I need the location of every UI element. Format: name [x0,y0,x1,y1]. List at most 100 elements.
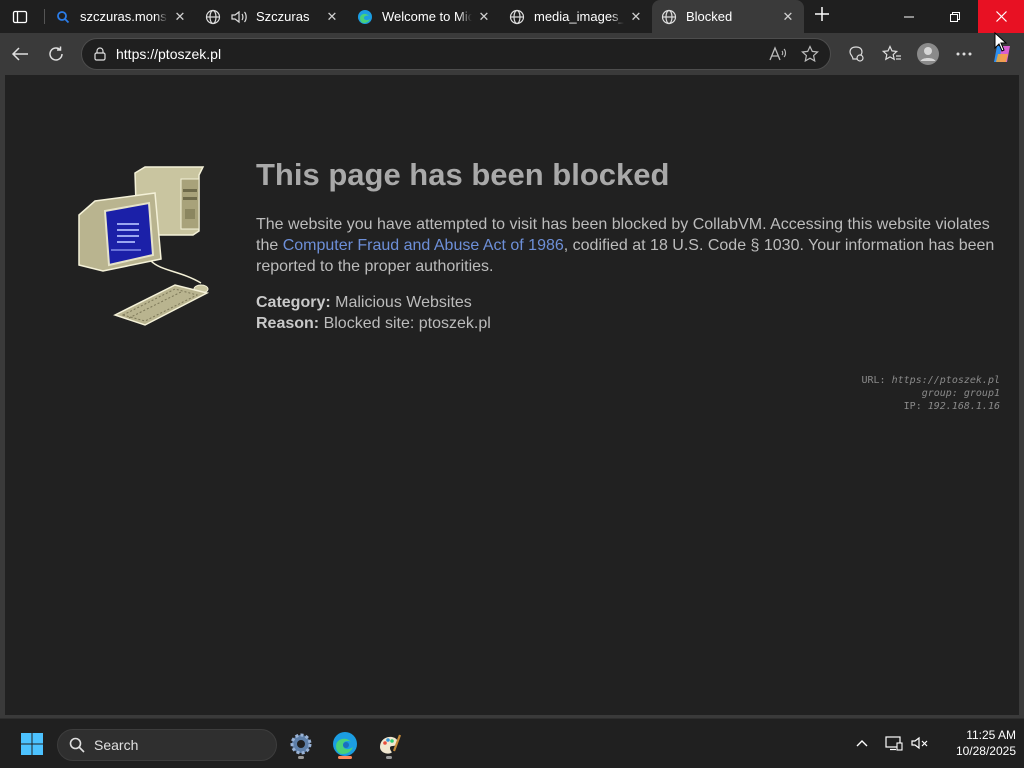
tab-close-icon[interactable]: ✕ [780,9,796,25]
refresh-icon [49,46,63,61]
running-indicator [386,756,392,759]
category-row: Category: Malicious Websites [256,292,996,313]
tab-close-icon[interactable]: ✕ [172,9,188,25]
close-window-button[interactable] [978,0,1024,33]
blocked-description: The website you have attempted to visit … [256,214,996,277]
favorite-star-icon[interactable] [798,42,822,66]
back-button[interactable] [8,42,32,66]
address-url[interactable]: https://ptoszek.pl [116,46,766,62]
clock-time: 11:25 AM [966,728,1016,742]
search-icon [68,736,86,754]
speaker-icon[interactable] [230,8,248,26]
tab-strip: szczuras.mons - Szukaj ✕ Szczuras ✕ Welc… [0,0,1024,33]
essentials-icon [849,46,864,62]
plus-icon [815,7,829,21]
page-title: This page has been blocked [256,157,670,192]
address-bar[interactable]: https://ptoszek.pl [81,38,831,70]
taskbar-search[interactable]: Search [57,729,277,761]
category-value: Malicious Websites [335,294,472,311]
tab-label: szczuras.mons - Szukaj [80,9,168,24]
diag-ip-label: IP: [903,401,922,412]
reason-row: Reason: Blocked site: ptoszek.pl [256,313,996,334]
tab-szczuras[interactable]: Szczuras ✕ [196,0,348,33]
tab-label: Blocked [686,9,733,24]
tab-close-icon[interactable]: ✕ [628,9,644,25]
diag-group-label: group: [921,388,958,399]
window-frame-right [1019,75,1024,715]
volume-muted-icon [911,736,928,750]
chevron-up-icon [856,740,868,747]
edge-favicon-icon [356,8,374,26]
reason-value: Blocked site: ptoszek.pl [323,315,491,332]
mouse-cursor-icon [994,32,1008,52]
new-tab-button[interactable] [810,5,834,27]
active-indicator [338,756,352,759]
tab-actions-icon [12,10,28,24]
taskbar-paint-app[interactable] [372,727,406,761]
running-indicator [298,756,304,759]
gear-icon [290,733,312,755]
globe-icon [508,8,526,26]
browser-toolbar: https://ptoszek.pl [0,33,1024,75]
taskbar-settings-app[interactable] [284,727,318,761]
diag-group-row: group: group1 [862,387,1000,400]
computer-illustration [78,166,210,326]
minimize-icon [904,16,914,17]
favorites-button[interactable] [880,42,904,66]
globe-icon [660,8,678,26]
diag-url-row: URL: https://ptoszek.pl [862,374,1001,387]
page-viewport: This page has been blocked The website y… [5,75,1019,715]
diagnostic-info: URL: https://ptoszek.pl group: group1 IP… [862,374,1001,413]
search-label: Search [94,737,139,753]
browser-essentials-button[interactable] [844,42,868,66]
favorites-icon [882,45,901,61]
volume-button[interactable] [910,733,930,753]
category-label: Category: [256,294,331,311]
tab-blocked[interactable]: Blocked ✕ [652,0,804,33]
block-details: Category: Malicious Websites Reason: Blo… [256,292,996,334]
taskbar: Search 11:25 AM 10/28/2025 [0,718,1024,768]
search-favicon-icon [54,8,72,26]
start-button[interactable] [15,727,49,761]
restore-button[interactable] [932,0,978,33]
clock-date: 10/28/2025 [955,744,1016,758]
cfaa-link[interactable]: Computer Fraud and Abuse Act of 1986 [283,237,564,254]
profile-button[interactable] [916,42,940,66]
close-icon [995,11,1007,22]
diag-url-value: https://ptoszek.pl [891,375,1000,386]
network-button[interactable] [884,733,904,753]
lock-icon[interactable] [92,46,108,62]
edge-icon [333,732,357,756]
tab-media-images[interactable]: media_images_ran ✕ [500,0,652,33]
diag-ip-value: 192.168.1.16 [927,401,1000,412]
tab-actions-menu-button[interactable] [8,6,32,28]
minimize-button[interactable] [886,0,932,33]
blocked-message: This page has been blocked The website y… [256,157,996,334]
more-horizontal-icon [956,52,972,56]
diag-ip-row: IP: 192.168.1.16 [862,400,1000,413]
paint-palette-icon [380,734,402,754]
show-hidden-icons-button[interactable] [852,733,872,753]
tab-label: media_images_ran [534,9,624,24]
tab-label: Welcome to Microsoft Edge [382,9,472,24]
diag-url-label: URL: [861,375,886,386]
tab-close-icon[interactable]: ✕ [324,9,340,25]
globe-icon [204,8,222,26]
tab-close-icon[interactable]: ✕ [476,9,492,25]
reason-label: Reason: [256,315,320,332]
tab-separator [44,9,45,24]
taskbar-edge-app[interactable] [328,727,362,761]
refresh-button[interactable] [44,42,68,66]
diag-group-value: group1 [963,388,1000,399]
windows-logo-icon [21,733,43,755]
avatar-icon [917,43,939,65]
tab-welcome-edge[interactable]: Welcome to Microsoft Edge ✕ [348,0,500,33]
arrow-left-icon [11,47,28,61]
tab-label: Szczuras [256,9,310,24]
read-aloud-icon[interactable] [766,42,790,66]
network-icon [885,736,903,751]
restore-icon [950,11,960,22]
settings-more-button[interactable] [952,42,976,66]
taskbar-clock[interactable]: 11:25 AM 10/28/2025 [936,727,1016,759]
tab-szczuras-search[interactable]: szczuras.mons - Szukaj ✕ [46,0,196,33]
